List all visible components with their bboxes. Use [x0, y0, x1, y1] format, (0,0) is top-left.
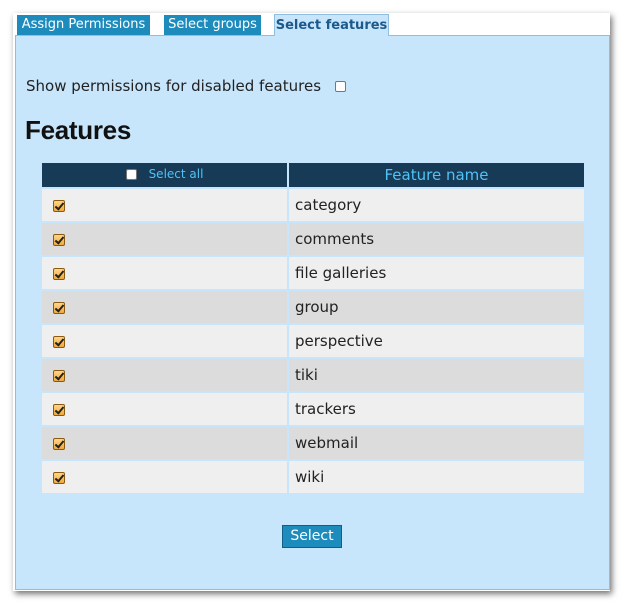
select-all-checkbox[interactable] [125, 168, 137, 180]
feature-name: comments [289, 223, 584, 255]
table-row: tiki [42, 359, 584, 391]
tab-assign-permissions[interactable]: Assign Permissions [17, 15, 150, 35]
feature-name: file galleries [289, 257, 584, 289]
row-checkbox-cell [42, 325, 287, 357]
feature-checkbox[interactable] [53, 199, 65, 212]
feature-checkbox[interactable] [53, 335, 65, 348]
select-all-label[interactable]: Select all [149, 167, 204, 181]
table-row: trackers [42, 393, 584, 425]
row-checkbox-cell [42, 427, 287, 459]
table-row: file galleries [42, 257, 584, 289]
feature-checkbox[interactable] [53, 471, 65, 484]
features-table: Select all Feature name category comments… [40, 161, 586, 495]
show-disabled-checkbox[interactable] [335, 80, 347, 92]
table-header-row: Select all Feature name [42, 163, 584, 187]
table-row: category [42, 189, 584, 221]
permissions-window: Assign Permissions Select groups Select … [13, 13, 610, 591]
feature-name-header[interactable]: Feature name [289, 163, 584, 187]
features-panel: Show permissions for disabled features F… [15, 35, 610, 590]
show-disabled-label: Show permissions for disabled features [26, 77, 322, 95]
table-row: group [42, 291, 584, 323]
row-checkbox-cell [42, 359, 287, 391]
feature-name: group [289, 291, 584, 323]
feature-name: tiki [289, 359, 584, 391]
table-row: webmail [42, 427, 584, 459]
feature-checkbox[interactable] [53, 267, 65, 280]
row-checkbox-cell [42, 393, 287, 425]
row-checkbox-cell [42, 189, 287, 221]
feature-name: wiki [289, 461, 584, 493]
feature-checkbox[interactable] [53, 369, 65, 382]
tab-select-features[interactable]: Select features [274, 14, 389, 36]
feature-name: webmail [289, 427, 584, 459]
table-row: comments [42, 223, 584, 255]
select-all-header: Select all [42, 163, 287, 187]
show-disabled-row: Show permissions for disabled features [26, 77, 347, 95]
row-checkbox-cell [42, 257, 287, 289]
tab-bar: Assign Permissions Select groups Select … [13, 13, 610, 36]
row-checkbox-cell [42, 291, 287, 323]
feature-checkbox[interactable] [53, 301, 65, 314]
row-checkbox-cell [42, 461, 287, 493]
feature-name: perspective [289, 325, 584, 357]
feature-name: trackers [289, 393, 584, 425]
feature-checkbox[interactable] [53, 403, 65, 416]
table-row: perspective [42, 325, 584, 357]
page-title: Features [25, 115, 131, 145]
row-checkbox-cell [42, 223, 287, 255]
feature-checkbox[interactable] [53, 233, 65, 246]
feature-name: category [289, 189, 584, 221]
table-row: wiki [42, 461, 584, 493]
select-button[interactable]: Select [282, 525, 342, 548]
feature-checkbox[interactable] [53, 437, 65, 450]
tab-select-groups[interactable]: Select groups [164, 15, 261, 35]
